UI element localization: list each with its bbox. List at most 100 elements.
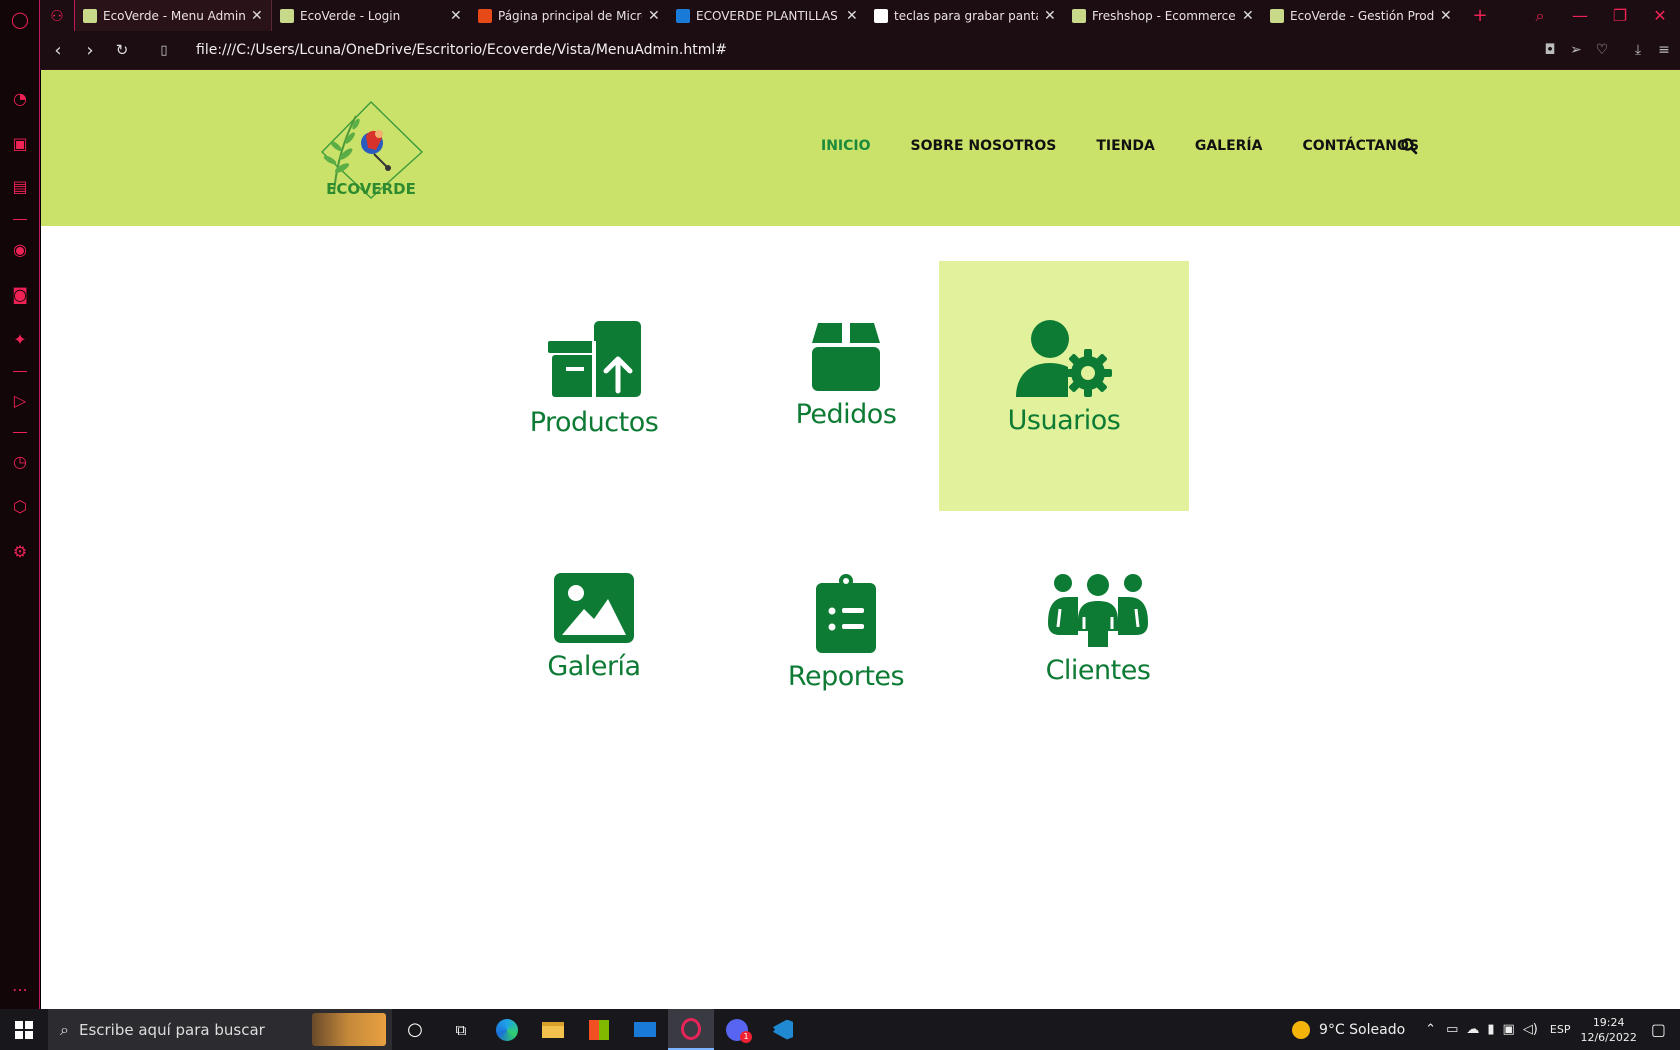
- windows-logo-icon: [15, 1020, 33, 1039]
- sun-weather-icon[interactable]: [1292, 1020, 1311, 1039]
- menu-card-galeria[interactable]: Galería: [469, 515, 719, 765]
- google-favicon-icon: [874, 8, 888, 23]
- clock[interactable]: 19:24 12/6/2022: [1580, 1015, 1636, 1045]
- messenger-icon[interactable]: ◉: [8, 238, 32, 262]
- show-hidden-icons-icon[interactable]: ⌃: [1425, 1022, 1436, 1037]
- tab-bar: ⚇ EcoVerde - Menu Administr ✕ EcoVerde -…: [40, 0, 1680, 31]
- close-window-button[interactable]: ✕: [1640, 0, 1680, 31]
- menu-card-reportes[interactable]: Reportes: [721, 515, 971, 765]
- close-tab-icon[interactable]: ✕: [450, 8, 462, 24]
- start-button[interactable]: [0, 1009, 48, 1050]
- menu-card-label: Reportes: [787, 661, 905, 692]
- browser-tab[interactable]: teclas para grabar pantalla ✕: [866, 0, 1064, 31]
- browser-tab[interactable]: Freshshop - Ecommerce Bo ✕: [1064, 0, 1262, 31]
- snapshot-camera-icon[interactable]: ◘: [1542, 42, 1558, 58]
- twitch-icon[interactable]: ▤: [8, 175, 32, 199]
- nav-link-sobre-nosotros[interactable]: SOBRE NOSOTROS: [911, 138, 1057, 154]
- browser-tab[interactable]: ECOVERDE PLANTILLAS - C ✕: [668, 0, 866, 31]
- search-highlight-image: [312, 1013, 386, 1046]
- bookmark-heart-icon[interactable]: ♡: [1594, 42, 1610, 58]
- tab-title: EcoVerde - Login: [300, 8, 401, 23]
- download-icon[interactable]: ⤓: [1630, 42, 1646, 58]
- player-icon[interactable]: ▷: [8, 389, 32, 413]
- cortana-icon[interactable]: ○: [392, 1009, 438, 1050]
- forward-button[interactable]: ›: [74, 40, 106, 61]
- ecoverde-favicon-icon: [83, 8, 97, 23]
- menu-card-usuarios[interactable]: Usuarios: [939, 261, 1189, 511]
- meet-now-icon[interactable]: ▭: [1446, 1022, 1458, 1037]
- menu-card-label: Pedidos: [795, 399, 897, 430]
- nav-link-tienda[interactable]: TIENDA: [1096, 138, 1155, 154]
- extensions-cube-icon[interactable]: ⬡: [8, 495, 32, 519]
- clock-time: 19:24: [1592, 1015, 1625, 1029]
- close-tab-icon[interactable]: ✕: [1044, 8, 1056, 24]
- menu-card-pedidos[interactable]: Pedidos: [721, 263, 971, 513]
- back-button[interactable]: ‹: [42, 40, 74, 61]
- shopping-bag-icon[interactable]: ▣: [8, 132, 32, 156]
- taskbar-search-placeholder: Escribe aquí para buscar: [78, 1020, 265, 1039]
- nav-link-galeria[interactable]: GALERÍA: [1195, 138, 1263, 154]
- address-bar-actions: ◘ ➢ ♡ ⤓ ≡: [1542, 42, 1672, 58]
- box-icon: [812, 323, 880, 391]
- twitter-icon[interactable]: ✦: [8, 328, 32, 352]
- menu-card-clientes[interactable]: Clientes: [973, 515, 1223, 765]
- search-icon[interactable]: [1400, 137, 1418, 155]
- instagram-icon[interactable]: ◙: [8, 283, 32, 307]
- volume-icon[interactable]: ◁): [1523, 1022, 1538, 1037]
- history-icon[interactable]: ◷: [8, 450, 32, 474]
- easy-setup-icon[interactable]: ≡: [1656, 42, 1672, 58]
- task-view-icon[interactable]: ⧉: [438, 1009, 484, 1050]
- reload-button[interactable]: ↻: [106, 41, 138, 59]
- network-icon[interactable]: ▣: [1503, 1022, 1515, 1037]
- vscode-icon[interactable]: [760, 1009, 806, 1050]
- weather-text[interactable]: 9°C Soleado: [1319, 1022, 1405, 1038]
- new-tab-button[interactable]: +: [1460, 5, 1500, 26]
- opera-taskbar-icon[interactable]: [668, 1009, 714, 1050]
- browser-tab[interactable]: EcoVerde - Login ✕: [272, 0, 470, 31]
- sidebar-divider: [13, 371, 27, 372]
- search-magnifier-icon: ⌕: [60, 1019, 69, 1039]
- minimize-button[interactable]: —: [1560, 0, 1600, 31]
- nav-link-inicio[interactable]: INICIO: [821, 138, 871, 154]
- file-explorer-icon[interactable]: [530, 1009, 576, 1050]
- settings-gear-icon[interactable]: ⚙: [8, 540, 32, 564]
- speed-dial-icon[interactable]: ◔: [8, 87, 32, 111]
- close-tab-icon[interactable]: ✕: [1440, 8, 1452, 24]
- tab-search-icon[interactable]: ⌕: [1520, 0, 1560, 31]
- mail-icon[interactable]: [622, 1009, 668, 1050]
- browser-tab[interactable]: Página principal de Micros ✕: [470, 0, 668, 31]
- logo-text: ECOVERDE: [326, 180, 416, 198]
- close-tab-icon[interactable]: ✕: [251, 8, 263, 24]
- send-icon[interactable]: ➢: [1568, 42, 1584, 58]
- clock-date: 12/6/2022: [1580, 1030, 1637, 1044]
- opera-logo-icon[interactable]: ◯: [8, 8, 32, 32]
- discord-icon[interactable]: 1: [714, 1009, 760, 1050]
- sidebar-divider: [13, 432, 27, 433]
- main-nav: INICIO SOBRE NOSOTROS TIENDA GALERÍA CONTÁCT…: [821, 138, 1459, 154]
- gaming-controller-icon[interactable]: ⚇: [40, 0, 74, 31]
- site-header: ECOVERDE INICIO SOBRE NOSOTROS TIENDA GALER…: [41, 70, 1680, 226]
- edge-icon[interactable]: [484, 1009, 530, 1050]
- microphone-icon[interactable]: ▮: [1487, 1022, 1494, 1037]
- taskbar-search-box[interactable]: ⌕ Escribe aquí para buscar: [48, 1009, 392, 1050]
- close-tab-icon[interactable]: ✕: [846, 8, 858, 24]
- browser-tab[interactable]: EcoVerde - Menu Administr ✕: [74, 0, 272, 31]
- restore-button[interactable]: ❐: [1600, 0, 1640, 31]
- tab-title: EcoVerde - Gestión Product: [1290, 8, 1434, 23]
- tab-title: Página principal de Micros: [498, 8, 642, 23]
- browser-sidebar: ◯ ◔ ▣ ▤ ◉ ◙ ✦ ▷ ◷ ⬡ ⚙ ⋯: [0, 0, 40, 1009]
- onedrive-cloud-icon[interactable]: ☁: [1466, 1022, 1479, 1037]
- microsoft-store-icon[interactable]: [576, 1009, 622, 1050]
- tab-title: teclas para grabar pantalla: [894, 8, 1038, 23]
- ecoverde-logo[interactable]: ECOVERDE: [316, 98, 426, 202]
- close-tab-icon[interactable]: ✕: [1242, 8, 1254, 24]
- window-controls: ⌕ — ❐ ✕: [1520, 0, 1680, 31]
- more-dots-icon[interactable]: ⋯: [8, 978, 32, 1002]
- notifications-icon[interactable]: ▢: [1651, 1020, 1666, 1039]
- browser-tab[interactable]: EcoVerde - Gestión Product ✕: [1262, 0, 1460, 31]
- url-field[interactable]: file:///C:/Users/Lcuna/OneDrive/Escritor…: [196, 42, 727, 58]
- windows-taskbar: ⌕ Escribe aquí para buscar ○ ⧉ 1 9°C Sol…: [0, 1009, 1680, 1050]
- close-tab-icon[interactable]: ✕: [648, 8, 660, 24]
- menu-card-productos[interactable]: Productos: [469, 263, 719, 513]
- language-indicator[interactable]: ESP: [1550, 1023, 1571, 1036]
